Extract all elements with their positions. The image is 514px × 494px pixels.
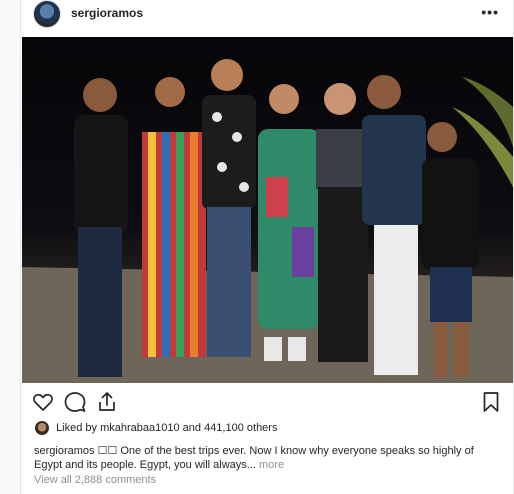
caption-more-link[interactable]: more: [256, 459, 284, 471]
liked-by-suffix[interactable]: and 441,100 others: [180, 422, 278, 434]
post-actions: [21, 388, 513, 416]
comment-icon[interactable]: [63, 390, 87, 414]
more-options-icon[interactable]: •••: [481, 4, 499, 20]
liked-by-prefix: Liked by: [56, 422, 101, 434]
caption-username[interactable]: sergioramos: [34, 445, 95, 457]
group-photo-illustration: [22, 59, 513, 383]
post-caption: sergioramos ☐☐ One of the best trips eve…: [34, 444, 504, 472]
post-photo[interactable]: [22, 37, 513, 383]
liker-avatar[interactable]: [35, 421, 49, 435]
share-icon[interactable]: [95, 390, 119, 414]
liked-by-user[interactable]: mkahrabaa1010: [100, 422, 180, 434]
instagram-post-card: sergioramos ••• Liked by mkahrabaa1010 a…: [20, 0, 514, 494]
view-comments-link[interactable]: View all 2,888 comments: [34, 474, 156, 486]
post-header: sergioramos •••: [21, 0, 513, 30]
bookmark-icon[interactable]: [479, 390, 503, 414]
profile-avatar[interactable]: [33, 0, 61, 28]
post-username[interactable]: sergioramos: [71, 6, 143, 20]
heart-icon[interactable]: [31, 390, 55, 414]
caption-text: ☐☐ One of the best trips ever. Now I kno…: [34, 445, 474, 471]
likes-summary: Liked by mkahrabaa1010 and 441,100 other…: [35, 421, 277, 437]
